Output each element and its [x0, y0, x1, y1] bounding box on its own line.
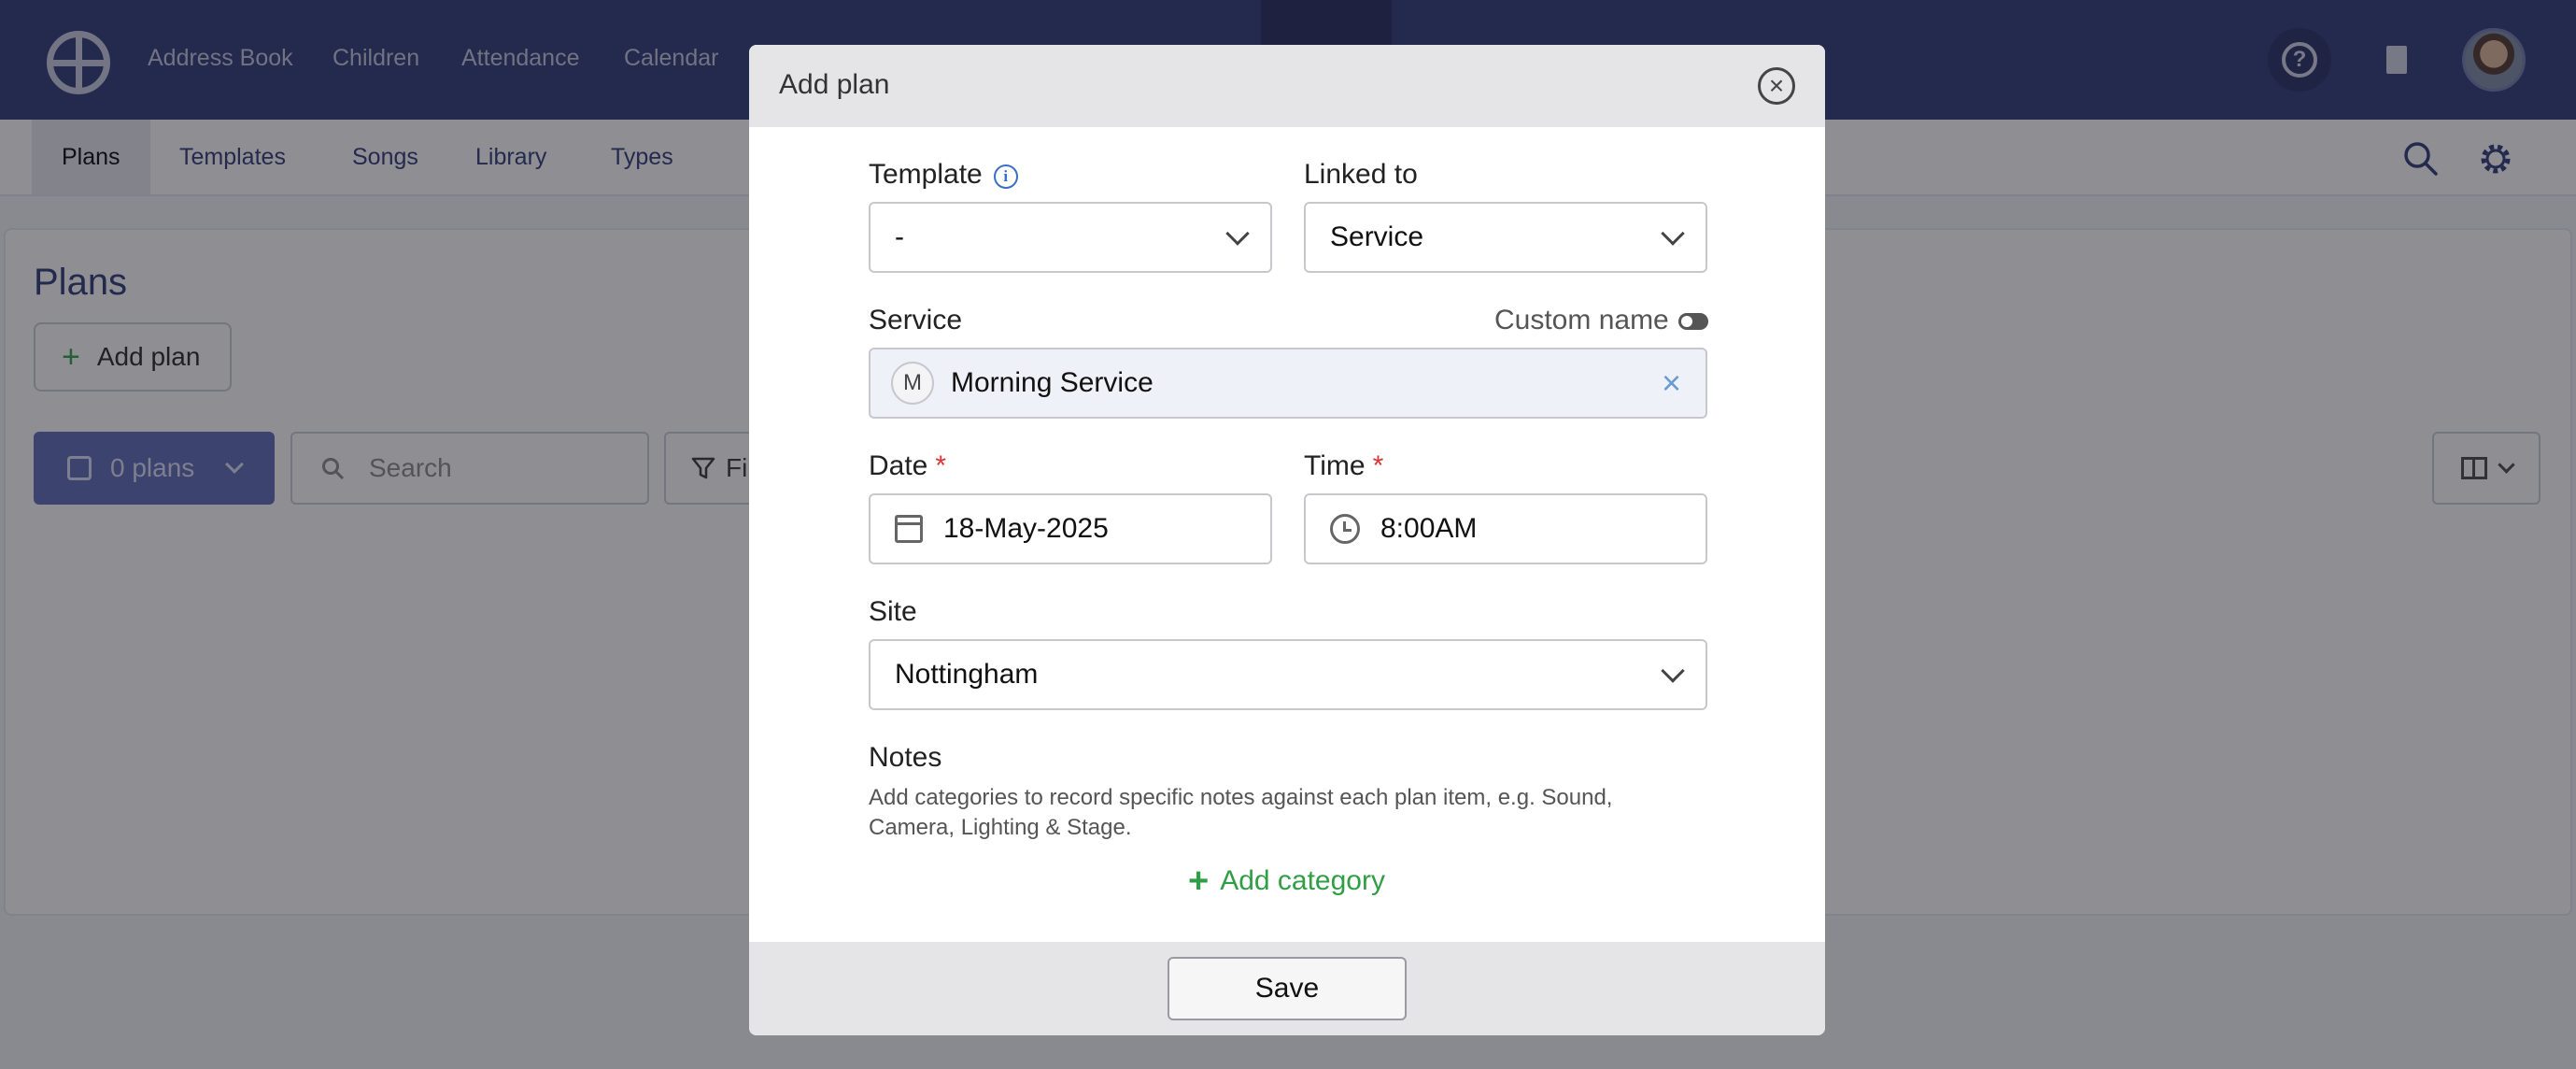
- calendar-icon: [895, 515, 923, 543]
- clear-icon[interactable]: ×: [1662, 366, 1681, 400]
- plus-icon: +: [1188, 862, 1210, 901]
- time-label-text: Time: [1304, 450, 1366, 481]
- service-value: Morning Service: [951, 367, 1154, 398]
- toggle-switch-icon[interactable]: [1677, 313, 1708, 330]
- chevron-down-icon: [1661, 221, 1685, 246]
- required-mark: *: [935, 450, 947, 481]
- time-input[interactable]: 8:00AM: [1304, 493, 1707, 564]
- save-button[interactable]: Save: [1168, 957, 1407, 1020]
- template-select[interactable]: -: [869, 202, 1272, 273]
- date-label-text: Date: [869, 450, 928, 481]
- required-mark: *: [1372, 450, 1384, 481]
- notes-help-text: Add categories to record specific notes …: [869, 785, 1613, 840]
- service-selector[interactable]: M Morning Service ×: [869, 348, 1707, 419]
- linked-to-value: Service: [1330, 221, 1424, 252]
- chevron-down-icon: [1661, 659, 1685, 683]
- template-value: -: [895, 221, 904, 252]
- service-label: Service: [869, 305, 963, 335]
- chevron-down-icon: [1225, 221, 1250, 246]
- site-select[interactable]: Nottingham: [869, 639, 1707, 710]
- date-input[interactable]: 18-May-2025: [869, 493, 1272, 564]
- date-value: 18-May-2025: [943, 513, 1109, 544]
- custom-name-toggle[interactable]: Custom name: [1494, 305, 1708, 336]
- clock-icon: [1330, 514, 1360, 544]
- date-label: Date *: [869, 450, 946, 482]
- add-category-label: Add category: [1220, 865, 1385, 896]
- linked-to-label: Linked to: [1304, 159, 1418, 190]
- template-label-text: Template: [869, 159, 983, 190]
- linked-to-select[interactable]: Service: [1304, 202, 1707, 273]
- site-value: Nottingham: [895, 659, 1039, 690]
- modal-title: Add plan: [779, 69, 890, 100]
- modal-footer: Save: [749, 942, 1825, 1035]
- modal-header: Add plan ×: [749, 45, 1825, 127]
- add-category-button[interactable]: + Add category: [1188, 863, 1385, 899]
- close-icon[interactable]: ×: [1758, 67, 1795, 105]
- time-value: 8:00AM: [1380, 513, 1478, 544]
- template-label: Template i: [869, 159, 1018, 191]
- time-label: Time *: [1304, 450, 1383, 482]
- add-plan-modal: Add plan × Template i - Linked to Service…: [749, 45, 1825, 1035]
- service-badge: M: [891, 362, 934, 405]
- site-label: Site: [869, 596, 917, 627]
- notes-label: Notes: [869, 742, 942, 773]
- info-icon[interactable]: i: [993, 164, 1018, 189]
- custom-name-label: Custom name: [1494, 305, 1669, 335]
